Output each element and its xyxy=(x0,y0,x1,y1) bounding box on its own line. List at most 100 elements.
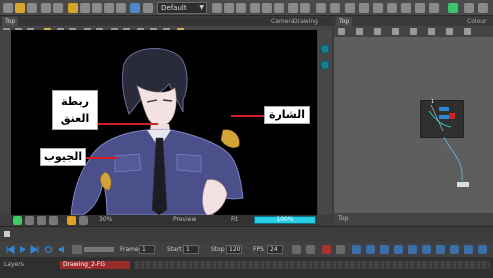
tl-tool-g-icon[interactable] xyxy=(380,245,389,254)
tl-tool-b-icon[interactable] xyxy=(306,245,315,254)
badge-pointer xyxy=(231,115,264,117)
first-frame-icon[interactable] xyxy=(6,245,15,254)
tl-tool-k-icon[interactable] xyxy=(436,245,445,254)
tool-icon-h[interactable] xyxy=(300,3,310,13)
workspace-preset-dropdown[interactable]: Default ▼ xyxy=(157,2,207,14)
tool-icon-c[interactable] xyxy=(236,3,246,13)
start-field[interactable]: 1 xyxy=(183,245,199,254)
timeline-header xyxy=(0,227,493,242)
status-icon-e[interactable] xyxy=(79,216,88,225)
tl-tool-d-icon[interactable] xyxy=(336,245,345,254)
output-node[interactable] xyxy=(457,182,469,187)
node-tool-g-icon[interactable] xyxy=(446,28,453,35)
tool-icon-r[interactable] xyxy=(464,3,474,13)
frame-track[interactable] xyxy=(135,261,490,269)
tool-icon-d[interactable] xyxy=(250,3,260,13)
onion-skin-icon[interactable] xyxy=(320,60,330,70)
status-icon-b[interactable] xyxy=(25,216,34,225)
play-icon[interactable] xyxy=(18,245,27,254)
node-graph[interactable]: 1 xyxy=(334,37,493,213)
paint-tool-icon[interactable] xyxy=(130,3,140,13)
render-icon[interactable] xyxy=(448,3,458,13)
new-scene-icon[interactable] xyxy=(3,3,13,13)
badge-patch xyxy=(220,129,240,148)
group-node[interactable] xyxy=(420,100,464,138)
layer-row[interactable]: Drawing_2-FG xyxy=(60,261,130,269)
tool-icon-n[interactable] xyxy=(387,3,397,13)
tl-tool-f-icon[interactable] xyxy=(366,245,375,254)
stop-icon[interactable] xyxy=(72,245,82,254)
tool-icon-i[interactable] xyxy=(316,3,326,13)
open-icon[interactable] xyxy=(15,3,25,13)
tool-icon-o[interactable] xyxy=(401,3,411,13)
tl-tool-n-icon[interactable] xyxy=(478,245,487,254)
node-tool-c-icon[interactable] xyxy=(374,28,381,35)
timeline-menu-icon[interactable] xyxy=(4,231,10,237)
tool-icon-p[interactable] xyxy=(415,3,425,13)
scene-canvas[interactable]: ربطة العنق الشارة الجيوب xyxy=(11,30,317,215)
tl-tool-m-icon[interactable] xyxy=(464,245,473,254)
status-icon-c[interactable] xyxy=(37,216,46,225)
eraser-tool-icon[interactable] xyxy=(116,3,126,13)
tool-icon-e[interactable] xyxy=(262,3,272,13)
node-footer-label: Top xyxy=(338,215,349,222)
tl-tool-a-icon[interactable] xyxy=(292,245,301,254)
face-shape xyxy=(136,85,177,127)
tl-tool-i-icon[interactable] xyxy=(408,245,417,254)
stop-field[interactable]: 120 xyxy=(226,245,242,254)
tab-colour[interactable]: Colour xyxy=(464,17,489,26)
tab-drawing[interactable]: Drawing xyxy=(290,17,321,26)
flash-icon[interactable] xyxy=(67,216,76,225)
tool-icon-q[interactable] xyxy=(429,3,439,13)
tl-tool-h-icon[interactable] xyxy=(394,245,403,254)
eye-toggle-icon[interactable] xyxy=(320,44,330,54)
tab-node-top[interactable]: Top xyxy=(336,17,353,26)
select-tool-icon[interactable] xyxy=(68,3,78,13)
fit-readout[interactable]: Fit xyxy=(231,215,238,225)
save-icon[interactable] xyxy=(27,3,37,13)
node-tool-b-icon[interactable] xyxy=(356,28,363,35)
undo-icon[interactable] xyxy=(41,3,51,13)
last-frame-icon[interactable] xyxy=(30,245,39,254)
brush-tool-icon[interactable] xyxy=(92,3,102,13)
speed-slider[interactable] xyxy=(84,247,114,252)
eyedropper-tool-icon[interactable] xyxy=(143,3,153,13)
node-toolbar xyxy=(334,26,493,37)
tool-icon-s[interactable] xyxy=(478,3,488,13)
tl-tool-j-icon[interactable] xyxy=(422,245,431,254)
frame-field[interactable]: 1 xyxy=(139,245,155,254)
fps-field[interactable]: 24 xyxy=(267,245,283,254)
node-panel-footer: Top xyxy=(334,213,493,225)
tool-icon-j[interactable] xyxy=(330,3,340,13)
node-tool-h-icon[interactable] xyxy=(464,28,471,35)
tie-label: ربطة العنق xyxy=(52,90,98,130)
transform-tool-icon[interactable] xyxy=(80,3,90,13)
tab-node-top-label: Top xyxy=(339,18,350,25)
tl-tool-c-icon[interactable] xyxy=(322,245,331,254)
render-progress-bar: 100% xyxy=(254,216,316,224)
tool-icon-b[interactable] xyxy=(224,3,234,13)
tool-icon-g[interactable] xyxy=(288,3,298,13)
loop-icon[interactable] xyxy=(44,245,53,254)
tab-top[interactable]: Top xyxy=(2,17,19,26)
node-tool-e-icon[interactable] xyxy=(410,28,417,35)
node-tool-d-icon[interactable] xyxy=(392,28,399,35)
start-label: Start xyxy=(167,246,182,253)
tool-icon-l[interactable] xyxy=(359,3,369,13)
status-icon-a[interactable] xyxy=(13,216,22,225)
redo-icon[interactable] xyxy=(53,3,63,13)
sound-icon[interactable] xyxy=(58,245,67,254)
node-tool-a-icon[interactable] xyxy=(338,28,345,35)
tool-icon-m[interactable] xyxy=(373,3,383,13)
pencil-tool-icon[interactable] xyxy=(104,3,114,13)
view-mode[interactable]: Preview xyxy=(173,215,196,225)
tool-icon-a[interactable] xyxy=(212,3,222,13)
tool-icon-k[interactable] xyxy=(345,3,355,13)
zoom-readout[interactable]: 30% xyxy=(99,215,112,225)
tl-tool-e-icon[interactable] xyxy=(352,245,361,254)
tl-tool-l-icon[interactable] xyxy=(450,245,459,254)
view-side-strip xyxy=(318,30,332,215)
tool-icon-f[interactable] xyxy=(274,3,284,13)
node-tool-f-icon[interactable] xyxy=(428,28,435,35)
status-icon-d[interactable] xyxy=(49,216,58,225)
